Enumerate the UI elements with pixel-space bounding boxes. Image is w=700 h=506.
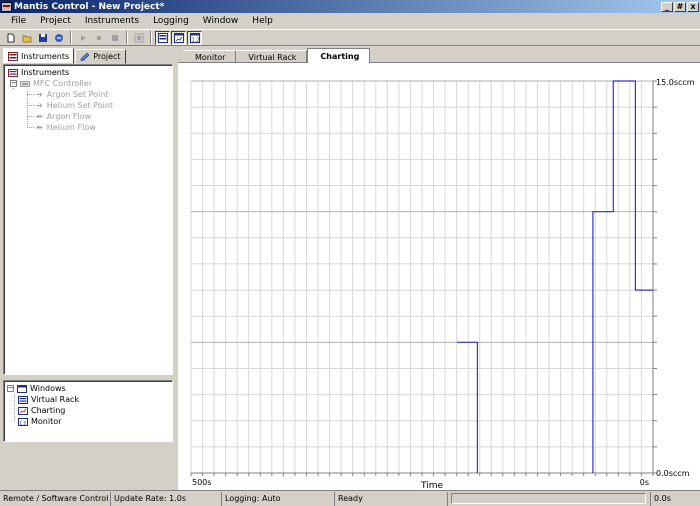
- x-tick-label-start: 500s: [192, 478, 211, 487]
- tree-item-instruments[interactable]: Instruments: [8, 67, 69, 78]
- tab-charting[interactable]: Charting: [307, 48, 371, 63]
- status-bar: Remote / Software Control Update Rate: 1…: [0, 490, 700, 506]
- tree-item-label: Virtual Rack: [31, 395, 79, 404]
- maximize-button[interactable]: #: [674, 1, 686, 12]
- tree-item-label: Argon Set Point: [46, 90, 109, 99]
- charting-icon: [18, 406, 28, 415]
- status-logging: Logging: Auto: [222, 491, 335, 506]
- pause-icon[interactable]: [91, 31, 106, 45]
- tree-line: [27, 91, 28, 128]
- collapse-icon[interactable]: −: [7, 385, 14, 392]
- tree-item-label: Windows: [30, 384, 66, 393]
- close-button[interactable]: x: [687, 1, 699, 12]
- tree-item-charting[interactable]: Charting: [18, 405, 65, 416]
- y-tick-label-max: 15.0sccm: [656, 78, 695, 87]
- windows-panel: − Windows Virtual Rack Charting 1.2 Moni…: [3, 380, 173, 442]
- tree-item-label: MFC Controller: [33, 79, 92, 88]
- project-icon: [80, 52, 90, 61]
- chart-panel: 15.0sccm 0.0sccm 500s 0s Time: [178, 62, 700, 491]
- tree-item-channel[interactable]: ⬅ Argon Flow: [36, 111, 91, 122]
- y-tick-label-min: 0.0sccm: [656, 469, 690, 478]
- left-panel-tabs: Instruments Project: [3, 48, 127, 64]
- arrow-left-icon: ⬅: [36, 123, 43, 132]
- menu-logging[interactable]: Logging: [146, 16, 196, 26]
- tree-item-channel[interactable]: ⬅ Helium Flow: [36, 122, 96, 133]
- charting-icon[interactable]: [171, 30, 186, 45]
- series-line: [457, 341, 478, 473]
- view-tabs: Monitor Virtual Rack Charting: [183, 48, 371, 63]
- app-icon: [1, 1, 12, 12]
- arrow-right-icon: ➔: [36, 90, 43, 99]
- menu-instruments[interactable]: Instruments: [78, 16, 146, 26]
- virtual-rack-icon: [18, 395, 28, 404]
- tree-item-virtual-rack[interactable]: Virtual Rack: [18, 394, 79, 405]
- instruments-icon: [8, 51, 18, 61]
- tab-virtual-rack-label: Virtual Rack: [248, 52, 297, 62]
- instruments-tree: Instruments − MFC Controller ➔ Argon Set…: [3, 64, 173, 375]
- record-icon[interactable]: [131, 31, 146, 45]
- menu-bar: File Project Instruments Logging Window …: [0, 13, 700, 29]
- menu-project[interactable]: Project: [33, 16, 78, 26]
- window-title: Mantis Control - New Project*: [14, 1, 165, 12]
- tree-line: [14, 394, 15, 421]
- save-icon[interactable]: [35, 31, 50, 45]
- svg-text:1.2: 1.2: [191, 37, 199, 43]
- series-line: [592, 80, 653, 473]
- progress-bar: [451, 493, 646, 504]
- menu-help[interactable]: Help: [245, 16, 280, 26]
- monitor-icon: 1.2: [18, 417, 28, 426]
- tab-monitor-label: Monitor: [195, 52, 226, 62]
- status-state: Ready: [335, 491, 448, 506]
- tree-item-label: Helium Flow: [46, 123, 96, 132]
- virtual-rack-icon[interactable]: [155, 30, 170, 45]
- play-icon[interactable]: [75, 31, 90, 45]
- tree-item-label: Charting: [31, 406, 66, 415]
- menu-file[interactable]: File: [4, 16, 33, 26]
- status-progress-cell: [448, 491, 651, 506]
- tree-item-label: Argon Flow: [46, 112, 92, 121]
- instruments-icon: [8, 68, 18, 77]
- toolbar: 1.2: [0, 29, 700, 46]
- stop-icon[interactable]: [107, 31, 122, 45]
- tab-charting-label: Charting: [320, 51, 360, 61]
- tree-item-channel[interactable]: ➔ Argon Set Point: [36, 89, 108, 100]
- windows-icon: [17, 384, 27, 393]
- x-tick-label-end: 0s: [640, 478, 649, 487]
- tab-instruments[interactable]: Instruments: [3, 48, 75, 64]
- title-bar: Mantis Control - New Project* _ # x: [0, 0, 700, 13]
- tree-item-channel[interactable]: ➔ Helium Set Point: [36, 100, 113, 111]
- svg-text:1.2: 1.2: [19, 420, 26, 426]
- status-update-rate: Update Rate: 1.0s: [111, 491, 222, 506]
- tree-item-label: Instruments: [21, 68, 70, 77]
- tab-project[interactable]: Project: [75, 49, 126, 64]
- controller-icon: [20, 80, 30, 87]
- tree-line: [27, 127, 34, 128]
- tree-item-windows[interactable]: − Windows: [7, 383, 66, 394]
- minimize-button[interactable]: _: [661, 1, 673, 12]
- tree-line: [27, 116, 34, 117]
- status-elapsed: 0.0s: [654, 494, 671, 503]
- tree-line: [27, 94, 34, 95]
- tree-item-label: Helium Set Point: [46, 101, 114, 110]
- tree-item-label: Monitor: [31, 417, 62, 426]
- tree-item-monitor[interactable]: 1.2 Monitor: [18, 416, 61, 427]
- collapse-icon[interactable]: −: [10, 80, 17, 87]
- open-icon[interactable]: [19, 31, 34, 45]
- connect-icon[interactable]: [51, 31, 66, 45]
- menu-window[interactable]: Window: [196, 16, 246, 26]
- tab-project-label: Project: [93, 52, 121, 61]
- toolbar-separator: [70, 31, 72, 44]
- toolbar-separator: [126, 31, 128, 44]
- arrow-right-icon: ➔: [36, 101, 43, 110]
- arrow-left-icon: ⬅: [36, 112, 43, 121]
- toolbar-separator: [150, 31, 152, 44]
- new-icon[interactable]: [3, 31, 18, 45]
- monitor-icon[interactable]: 1.2: [187, 30, 202, 45]
- tree-item-controller[interactable]: − MFC Controller: [10, 78, 92, 89]
- chart: 15.0sccm0.0sccm500s 0sTime: [190, 78, 695, 491]
- tree-line: [27, 105, 34, 106]
- tab-instruments-label: Instruments: [21, 51, 70, 61]
- status-mode: Remote / Software Control: [0, 491, 111, 506]
